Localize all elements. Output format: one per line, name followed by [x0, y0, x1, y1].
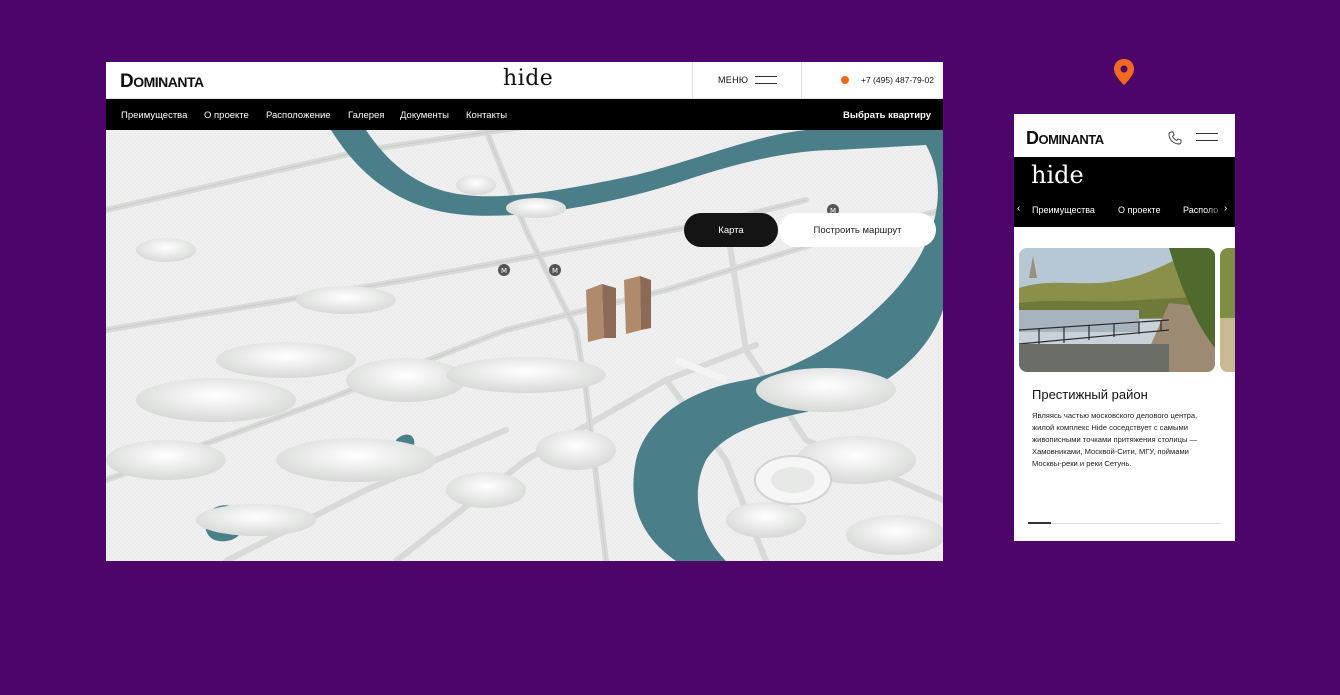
svg-text:M: M — [501, 267, 507, 275]
mobile-nav-item-about[interactable]: О проекте — [1118, 205, 1160, 215]
mobile-nav-item-advantages[interactable]: Преимущества — [1032, 205, 1095, 215]
choose-apartment-button[interactable]: Выбрать квартиру — [843, 110, 931, 121]
nav-item-location[interactable]: Расположение — [266, 110, 331, 121]
logo[interactable]: DOMINANTA — [120, 71, 204, 93]
mobile-header: DOMINANTA — [1014, 114, 1235, 157]
embankment-photo — [1019, 248, 1215, 372]
status-dot-icon — [841, 76, 849, 84]
card-title: Престижный район — [1032, 387, 1148, 402]
brand-title[interactable]: hide — [503, 66, 553, 91]
menu-label[interactable]: МЕНЮ — [718, 75, 748, 85]
map-illustration: M M M — [106, 130, 943, 561]
desktop-frame: DOMINANTA hide МЕНЮ +7 (495) 487-79-02 П… — [106, 62, 943, 561]
build-route-button[interactable]: Построить маршрут — [779, 213, 936, 247]
phone-link[interactable]: +7 (495) 487-79-02 — [861, 75, 934, 85]
nav-fade — [1205, 203, 1235, 219]
desktop-header: DOMINANTA hide МЕНЮ +7 (495) 487-79-02 — [106, 62, 943, 99]
header-divider — [801, 62, 802, 99]
nav-item-gallery[interactable]: Галерея — [348, 110, 384, 121]
next-card-photo[interactable] — [1220, 248, 1235, 372]
svg-text:M: M — [552, 267, 558, 275]
mobile-nav: ‹ Преимущества О проекте Располо — [1014, 203, 1235, 219]
location-pin-icon — [1114, 59, 1134, 85]
chevron-left-icon[interactable]: ‹ — [1017, 203, 1020, 214]
mobile-logo[interactable]: DOMINANTA — [1026, 128, 1104, 149]
nav-item-contacts[interactable]: Контакты — [466, 110, 507, 121]
mobile-frame: DOMINANTA hide ‹ Преимущества О проекте … — [1014, 114, 1235, 541]
nav-item-advantages[interactable]: Преимущества — [121, 110, 187, 121]
phone-icon[interactable] — [1168, 131, 1182, 145]
next-photo — [1220, 248, 1235, 372]
hamburger-icon[interactable] — [1196, 133, 1218, 147]
hamburger-icon[interactable] — [755, 76, 777, 85]
carousel-progress — [1028, 522, 1221, 524]
card-photo[interactable] — [1019, 248, 1215, 372]
map-toggle-button[interactable]: Карта — [684, 213, 778, 247]
mobile-brand-bar: hide ‹ Преимущества О проекте Располо › — [1014, 157, 1235, 227]
map-view[interactable]: M M M Карта Построить маршрут — [106, 130, 943, 561]
header-divider — [692, 62, 693, 99]
nav-item-documents[interactable]: Документы — [400, 110, 449, 121]
desktop-nav: Преимущества О проекте Расположение Гале… — [106, 99, 943, 130]
chevron-right-icon[interactable]: › — [1224, 203, 1227, 214]
nav-item-about[interactable]: О проекте — [204, 110, 249, 121]
card-text: Являясь частью московского делового цент… — [1032, 411, 1198, 468]
brand-title[interactable]: hide — [1031, 161, 1084, 189]
carousel-progress-fill — [1028, 522, 1052, 524]
